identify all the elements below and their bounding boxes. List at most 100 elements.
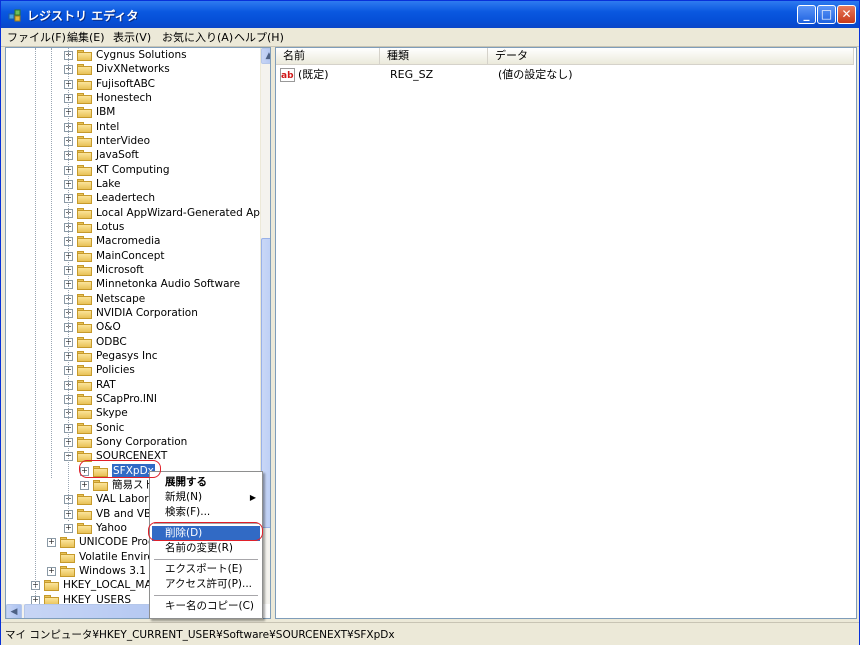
tree-item[interactable]: + IBM	[6, 105, 260, 119]
menu-help[interactable]: ヘルプ(H)	[234, 29, 284, 45]
tree-guide-line	[68, 48, 69, 521]
tree-item[interactable]: + Minnetonka Audio Software	[6, 277, 260, 291]
tree-item-label: Leadertech	[96, 192, 156, 205]
folder-icon	[77, 365, 92, 377]
folder-icon	[77, 522, 92, 534]
menu-new-label: 新規(N)	[165, 491, 203, 503]
tree-item-label: RAT	[96, 378, 116, 391]
menu-view[interactable]: 表示(V)	[113, 29, 151, 45]
svg-text:ab: ab	[281, 71, 294, 81]
tree-item-label: Microsoft	[96, 263, 144, 276]
folder-icon	[77, 436, 92, 448]
folder-icon	[77, 221, 92, 233]
tree-item[interactable]: + ODBC	[6, 335, 260, 349]
menu-favorites[interactable]: お気に入り(A)	[162, 29, 233, 45]
folder-icon	[77, 207, 92, 219]
tree-item-label: Lotus	[96, 220, 125, 233]
folder-icon	[60, 551, 75, 563]
tree-item[interactable]: + InterVideo	[6, 134, 260, 148]
tree-item[interactable]: + RAT	[6, 378, 260, 392]
tree-item[interactable]: + Lotus	[6, 220, 260, 234]
menu-permissions[interactable]: アクセス許可(P)...	[152, 577, 260, 592]
tree-item-label: IBM	[96, 106, 116, 119]
tree-item[interactable]: + Leadertech	[6, 191, 260, 205]
close-button[interactable]: ✕	[837, 5, 856, 24]
tree-item[interactable]: + KT Computing	[6, 163, 260, 177]
expand-icon[interactable]: +	[47, 566, 56, 576]
tree-item[interactable]: + Skype	[6, 406, 260, 420]
tree-item[interactable]: + SCapPro.INI	[6, 392, 260, 406]
maximize-button[interactable]: □	[817, 5, 836, 24]
tree-item-label: Sony Corporation	[96, 435, 188, 448]
tree-item[interactable]: + MainConcept	[6, 249, 260, 263]
submenu-arrow-icon: ▶	[249, 493, 256, 502]
folder-icon	[77, 64, 92, 76]
menu-copy-key-name[interactable]: キー名のコピー(C)	[152, 599, 260, 614]
folder-icon	[77, 78, 92, 90]
menu-edit[interactable]: 編集(E)	[67, 29, 105, 45]
folder-icon	[77, 264, 92, 276]
column-header-type[interactable]: 種類	[380, 48, 488, 65]
tree-item[interactable]: + Lake	[6, 177, 260, 191]
tree-item-label: Policies	[96, 364, 135, 377]
tree-item[interactable]: + Cygnus Solutions	[6, 48, 260, 62]
tree-item-label: Local AppWizard-Generated Applic	[96, 206, 271, 219]
tree-item[interactable]: + Sonic	[6, 421, 260, 435]
folder-icon	[77, 350, 92, 362]
expand-icon[interactable]: +	[47, 538, 56, 548]
tree-item[interactable]: + Policies	[6, 363, 260, 377]
tree-item[interactable]: + DivXNetworks	[6, 62, 260, 76]
tree-item-label: MainConcept	[96, 249, 165, 262]
tree-item[interactable]: + FujisoftABC	[6, 77, 260, 91]
menu-export[interactable]: エクスポート(E)	[152, 562, 260, 577]
menu-new[interactable]: 新規(N) ▶	[152, 490, 260, 505]
minimize-button[interactable]: _	[797, 5, 816, 24]
window-title: レジストリ エディタ	[27, 9, 139, 23]
scroll-left-arrow-icon[interactable]: ◀	[6, 604, 22, 618]
tree-item-label: UNICODE Prog	[79, 536, 155, 549]
tree-item[interactable]: + NVIDIA Corporation	[6, 306, 260, 320]
tree-item[interactable]: + Netscape	[6, 292, 260, 306]
values-list[interactable]: 名前 種類 データ ab (既定) REG_SZ (値の設定なし)	[275, 47, 857, 619]
column-header-name[interactable]: 名前	[276, 48, 380, 65]
tree-item-label: Pegasys Inc	[96, 349, 158, 362]
folder-icon	[77, 164, 92, 176]
tree-item[interactable]: + Sony Corporation	[6, 435, 260, 449]
menu-expand[interactable]: 展開する	[152, 475, 260, 490]
tree-item-label: KT Computing	[96, 163, 170, 176]
tree-item-label: HKEY_LOCAL_MAC	[63, 579, 159, 592]
tree-item[interactable]: + Honestech	[6, 91, 260, 105]
tree-item[interactable]: + Local AppWizard-Generated Applic	[6, 206, 270, 220]
tree-item-label: ODBC	[96, 335, 127, 348]
tree-item[interactable]: + Microsoft	[6, 263, 260, 277]
tree-item[interactable]: + Intel	[6, 120, 260, 134]
tree-guide-line	[51, 48, 52, 478]
expand-icon[interactable]: +	[80, 480, 89, 490]
tree-item-label: Yahoo	[96, 521, 127, 534]
folder-icon	[77, 107, 92, 119]
string-value-icon: ab	[280, 68, 295, 82]
tree-guide-line	[35, 48, 36, 596]
expand-icon[interactable]: +	[64, 523, 73, 533]
folder-icon	[77, 494, 92, 506]
tree-item[interactable]: + Macromedia	[6, 234, 260, 248]
title-bar[interactable]: レジストリ エディタ _ □ ✕	[1, 1, 859, 29]
folder-icon	[77, 150, 92, 162]
tree-item[interactable]: + O&O	[6, 320, 260, 334]
tree-item-label: O&O	[96, 321, 121, 334]
tree-item-label: Netscape	[96, 292, 146, 305]
folder-icon	[77, 393, 92, 405]
status-bar: マイ コンピュータ¥HKEY_CURRENT_USER¥Software¥SOU…	[1, 622, 859, 645]
menu-find[interactable]: 検索(F)...	[152, 505, 260, 520]
column-header-data[interactable]: データ	[488, 48, 854, 65]
tree-item[interactable]: + Pegasys Inc	[6, 349, 260, 363]
registry-editor-window: レジストリ エディタ _ □ ✕ ファイル(F) 編集(E) 表示(V) お気に…	[0, 0, 860, 645]
menu-file[interactable]: ファイル(F)	[7, 29, 66, 45]
menu-rename[interactable]: 名前の変更(R)	[152, 541, 260, 556]
tree-item-label: Minnetonka Audio Software	[96, 278, 241, 291]
value-type: REG_SZ	[390, 68, 434, 81]
scroll-up-arrow-icon[interactable]: ▲	[261, 48, 270, 64]
folder-icon	[93, 479, 108, 491]
tree-item[interactable]: + JavaSoft	[6, 148, 260, 162]
folder-icon	[77, 336, 92, 348]
